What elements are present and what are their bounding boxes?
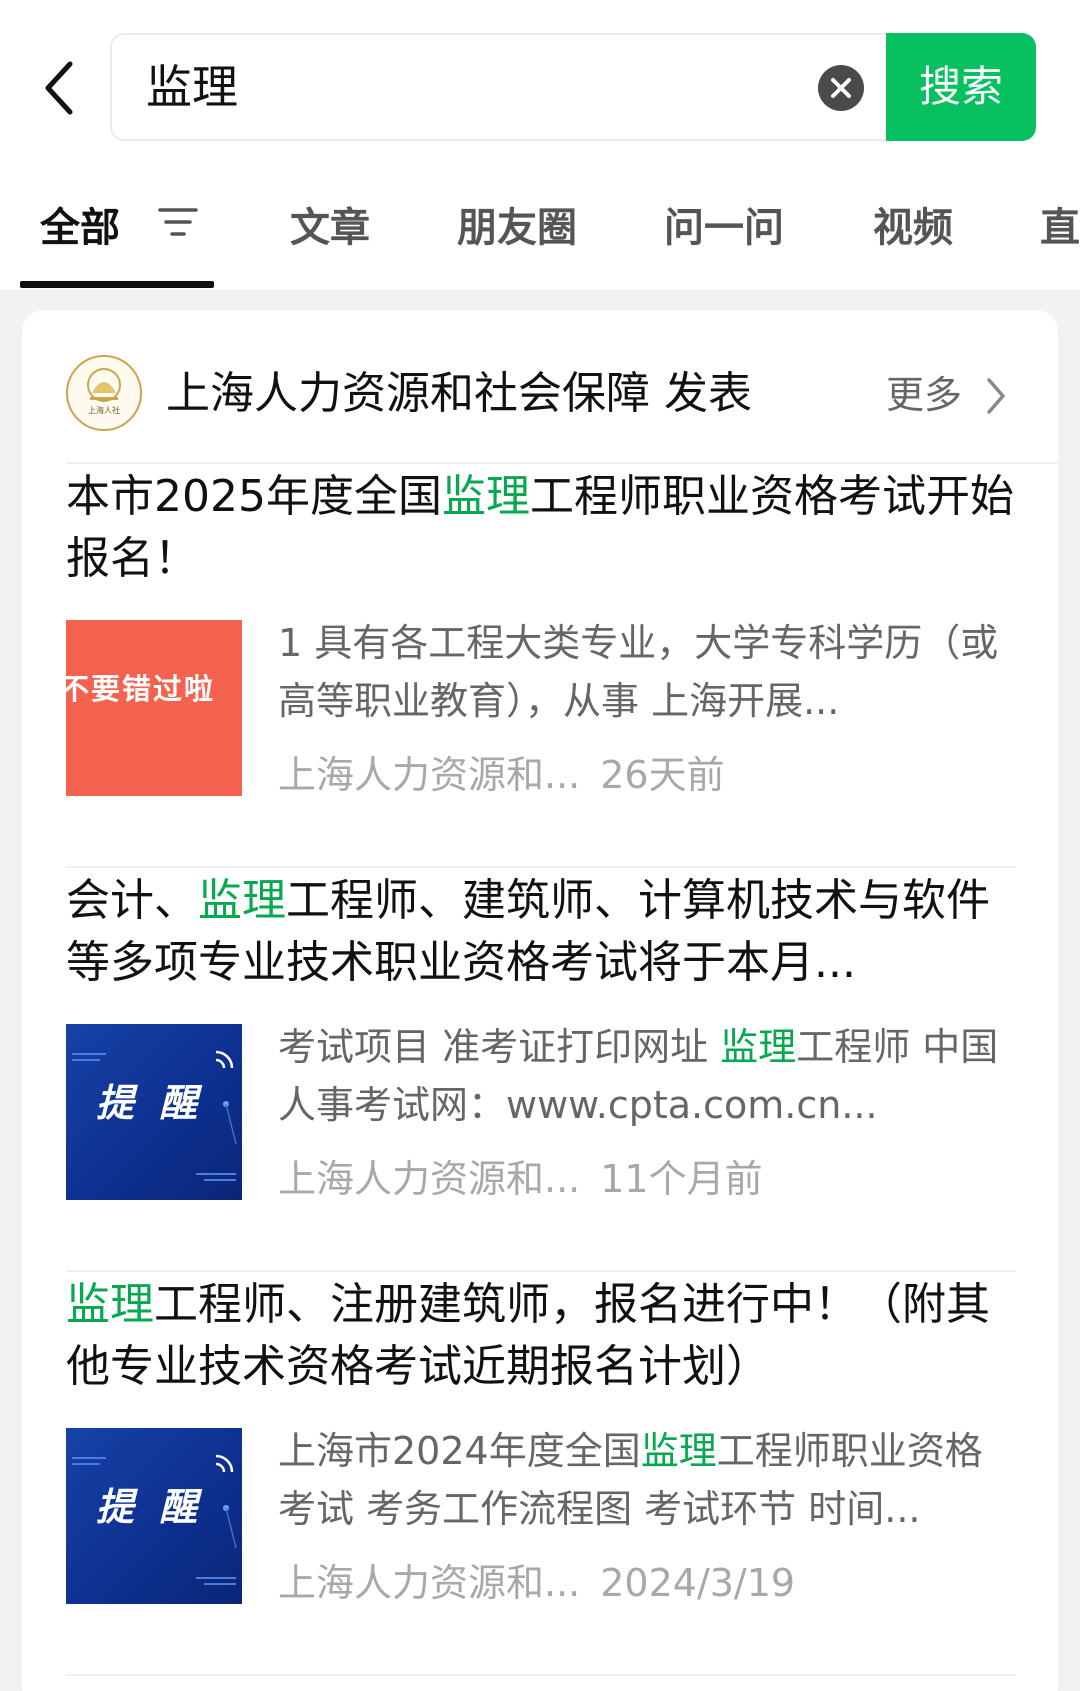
article-date: 2024/3/19 (600, 1561, 796, 1605)
divider (66, 866, 1016, 868)
article-author: 上海人力资源和... (278, 753, 581, 797)
more-link[interactable]: 更多 (886, 370, 962, 420)
article-item[interactable]: 监理工程师、注册建筑师，报名进行中！（附其他专业技术资格考试近期报名计划） 提 … (66, 1274, 1016, 1644)
tab-moments[interactable]: 朋友圈 (457, 198, 577, 258)
chevron-right-icon[interactable] (984, 376, 1008, 416)
divider (66, 1270, 1016, 1272)
article-meta: 上海人力资源和... 11个月前 (278, 1154, 763, 1204)
filter-icon[interactable] (158, 206, 198, 242)
article-snippet: 1 具有各工程大类专业，大学专科学历（或高等职业教育），从事 上海开展... (278, 621, 999, 723)
tab-all[interactable]: 全部 (40, 198, 120, 258)
article-author: 上海人力资源和... (278, 1157, 581, 1201)
article-thumbnail: 不要错过啦 (66, 620, 242, 796)
article-title: 监理工程师、注册建筑师，报名进行中！（附其他专业技术资格考试近期报名计划） (66, 1279, 990, 1392)
account-name[interactable]: 上海人力资源和社会保障 发表 (166, 364, 752, 424)
article-meta: 上海人力资源和... 26天前 (278, 750, 725, 800)
search-query: 监理 (146, 60, 238, 114)
article-thumbnail: 提 醒 (66, 1024, 242, 1200)
clear-search-button[interactable] (818, 65, 864, 111)
divider (66, 462, 1058, 464)
article-item[interactable]: 本市2025年度全国监理工程师职业资格考试开始报名！ 不要错过啦 1 具有各工程… (66, 466, 1016, 836)
article-date: 11个月前 (600, 1157, 763, 1201)
article-snippet: 上海市2024年度全国监理工程师职业资格考试 考务工作流程图 考试环节 时间..… (278, 1429, 983, 1531)
search-input[interactable]: 监理 (110, 33, 900, 141)
thumbnail-text: 提 醒 (96, 1485, 204, 1529)
thumbnail-text: 提 醒 (96, 1081, 204, 1125)
article-title: 会计、监理工程师、建筑师、计算机技术与软件等多项专业技术职业资格考试将于本月..… (66, 875, 990, 988)
tab-live[interactable]: 直 (1040, 198, 1080, 258)
tab-video[interactable]: 视频 (873, 198, 953, 258)
article-snippet: 考试项目 准考证打印网址 监理工程师 中国人事考试网：www.cpta.com.… (278, 1025, 999, 1127)
close-icon (831, 78, 851, 98)
article-item[interactable]: 会计、监理工程师、建筑师、计算机技术与软件等多项专业技术职业资格考试将于本月..… (66, 870, 1016, 1240)
article-thumbnail: 提 醒 (66, 1428, 242, 1604)
emblem-icon (87, 368, 121, 402)
tab-ask[interactable]: 问一问 (664, 198, 784, 258)
back-button[interactable] (40, 58, 80, 118)
thumbnail-text: 不要错过啦 (66, 672, 216, 706)
search-button[interactable]: 搜索 (886, 33, 1036, 141)
chevron-left-icon (45, 61, 73, 115)
active-tab-indicator (20, 281, 214, 288)
logo-text: 上海人社 (88, 406, 120, 415)
article-meta: 上海人力资源和... 2024/3/19 (278, 1558, 795, 1608)
article-date: 26天前 (600, 753, 725, 797)
article-title: 本市2025年度全国监理工程师职业资格考试开始报名！ (66, 471, 1014, 584)
account-avatar[interactable]: 上海人社 (66, 355, 142, 431)
top-bar: 监理 搜索 全部 文章 朋友圈 问一问 视频 直 (0, 0, 1080, 290)
divider (66, 1674, 1016, 1676)
tab-article[interactable]: 文章 (290, 198, 370, 258)
article-author: 上海人力资源和... (278, 1561, 581, 1605)
results-card: 上海人社 上海人力资源和社会保障 发表 更多 本市2025年度全国监理工程师职业… (22, 310, 1058, 1691)
